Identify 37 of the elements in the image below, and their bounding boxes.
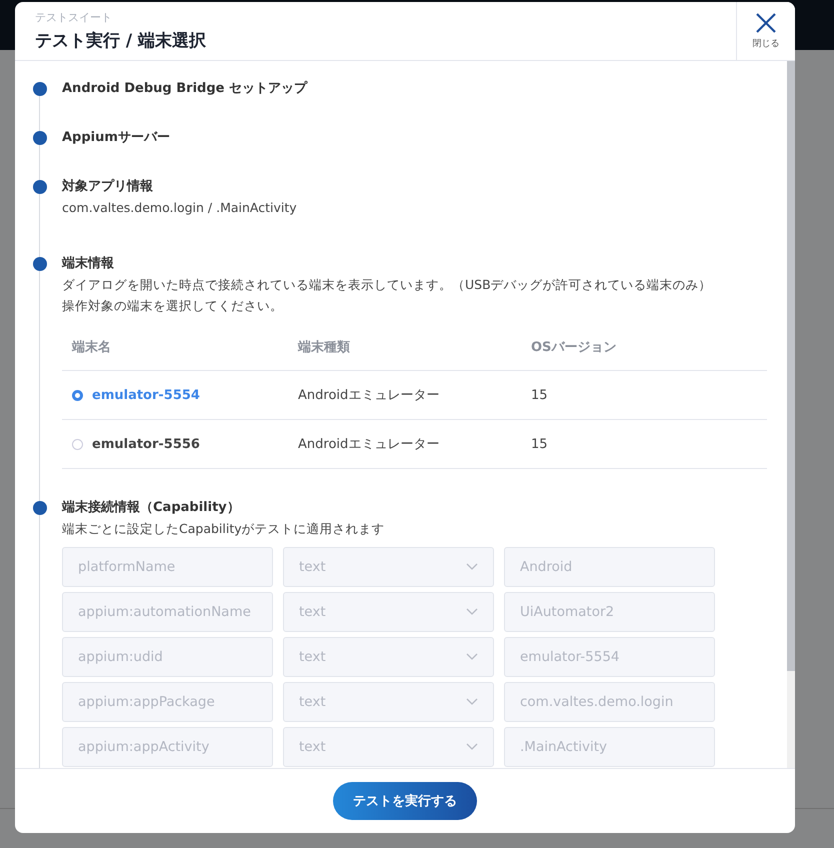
step-title: 対象アプリ情報 <box>62 178 154 196</box>
chevron-down-icon <box>466 698 478 706</box>
step-title: Appiumサーバー <box>62 129 171 147</box>
radio-button[interactable] <box>72 438 83 450</box>
device-row[interactable]: emulator-5554 Androidエミュレーター 15 <box>62 371 767 420</box>
table-cell-text: Androidエミュレーター <box>298 387 440 404</box>
description-text: ダイアログを開いた時点で接続されている端末を表示しています。（USBデバッグが許可されている端末のみ） <box>62 276 713 294</box>
step-title: 端末情報 <box>62 255 115 273</box>
close-icon <box>755 12 777 34</box>
chevron-down-icon <box>466 743 478 751</box>
step-dot <box>33 257 47 271</box>
dialog-title: テスト実行 / 端末選択 <box>35 30 208 52</box>
step-title: 端末接続情報（Capability） <box>62 498 241 517</box>
run-test-button[interactable]: テストを実行する <box>333 782 477 820</box>
chevron-down-icon <box>466 653 478 661</box>
description-text: 操作対象の端末を選択してください。 <box>62 297 284 315</box>
column-header: 端末名 <box>70 339 112 356</box>
step-title: Android Debug Bridge セットアップ <box>62 80 309 98</box>
description-text: 端末ごとに設定したCapabilityがテストに適用されます <box>62 520 386 538</box>
table-cell-text: Androidエミュレーター <box>298 436 440 453</box>
dialog-subtitle: テストスイート <box>35 10 113 25</box>
step-dot <box>33 180 47 194</box>
step-dot <box>33 501 47 515</box>
chevron-down-icon <box>466 608 478 616</box>
device-name: emulator-5556 <box>92 436 200 452</box>
app-info: com.valtes.demo.login / .MainActivity <box>62 199 298 217</box>
close-button[interactable]: 閉じる <box>736 2 795 60</box>
device-row[interactable]: emulator-5556 Androidエミュレーター 15 <box>62 420 767 469</box>
column-header: 端末種類 <box>298 339 351 356</box>
device-name: emulator-5554 <box>92 388 200 402</box>
radio-button[interactable] <box>72 390 83 400</box>
step-dot <box>33 131 47 145</box>
step-dot <box>33 82 47 96</box>
table-cell: 15 <box>531 436 548 452</box>
chevron-down-icon <box>466 563 478 571</box>
table-cell: 15 <box>531 388 548 402</box>
column-header: OSバージョン <box>531 339 616 356</box>
